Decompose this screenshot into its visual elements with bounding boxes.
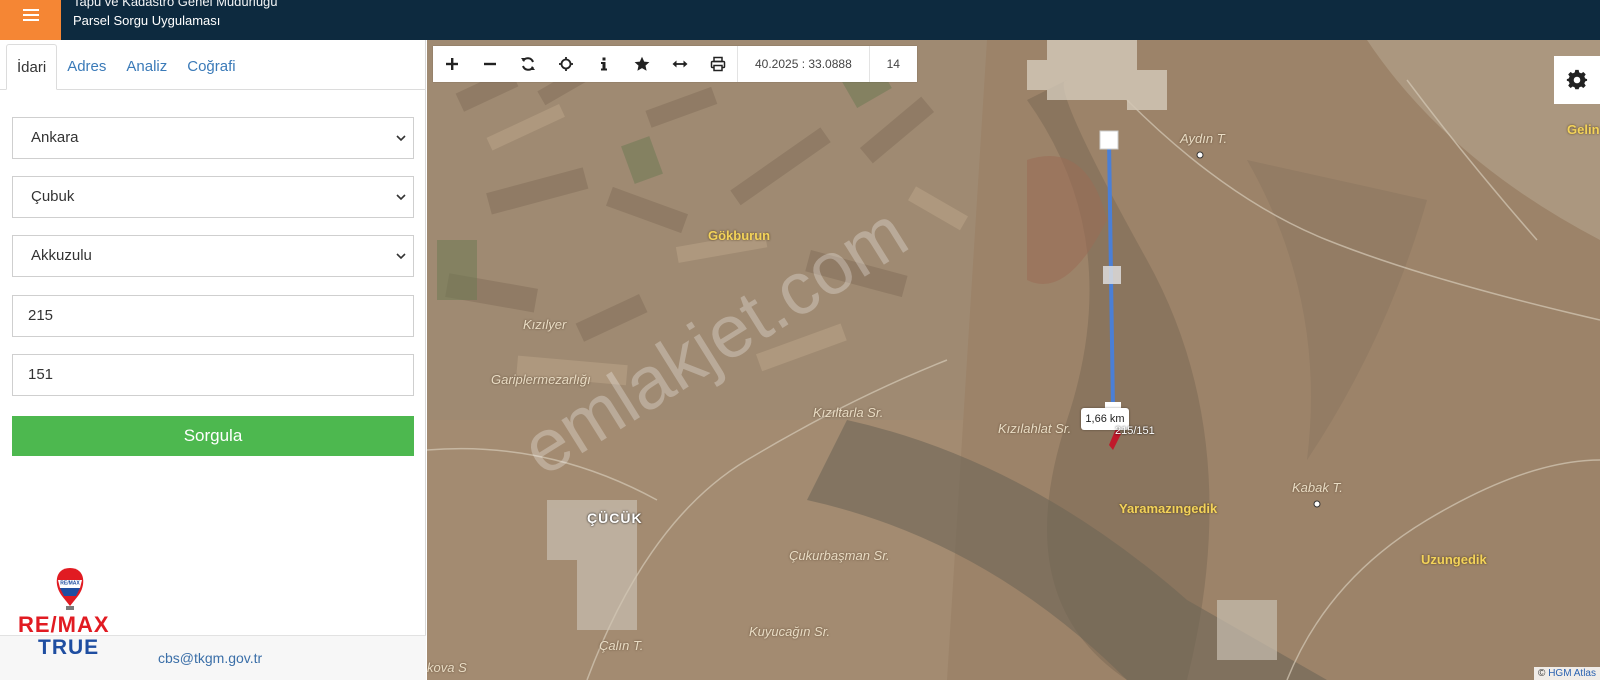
place-label: Kabak T. [1292, 480, 1343, 495]
chevron-down-icon [396, 135, 406, 142]
block-value: 215 [28, 307, 54, 324]
info-button[interactable] [585, 46, 623, 82]
measure-icon [672, 60, 688, 68]
zoom-in-button[interactable] [433, 46, 471, 82]
map-attribution: © HGM Atlas [1534, 667, 1600, 680]
app-title-block: Tapu ve Kadastro Genel Müdürlüğü Parsel … [73, 0, 278, 30]
place-label: Kuyucağın Sr. [749, 624, 831, 639]
info-icon [601, 57, 607, 71]
place-label: Kızıltarla Sr. [813, 405, 884, 420]
star-icon [634, 56, 650, 71]
neighborhood-value: Akkuzulu [31, 247, 92, 264]
zoom-level-readout: 14 [868, 46, 917, 82]
place-label: Kızılyer [523, 317, 567, 332]
attribution-link[interactable]: HGM Atlas [1548, 668, 1596, 679]
parcel-input[interactable]: 151 [12, 354, 414, 396]
place-label: Gariplermezarlığı [491, 372, 591, 387]
place-label: Kızılahlat Sr. [998, 421, 1072, 436]
place-label: Aydın T. [1180, 131, 1228, 146]
sidebar: İdari Adres Analiz Coğrafi Ankara Çubuk … [0, 40, 426, 680]
zoom-out-icon [484, 62, 496, 66]
print-button[interactable] [699, 46, 737, 82]
refresh-button[interactable] [509, 46, 547, 82]
place-label: Çukurbaşman Sr. [789, 548, 890, 563]
chevron-down-icon [396, 253, 406, 260]
remax-logo: RE/MAX RE/MAX TRUE [14, 564, 126, 664]
tab-idari[interactable]: İdari [6, 44, 58, 90]
locate-icon [559, 57, 573, 71]
app-title: Tapu ve Kadastro Genel Müdürlüğü [73, 0, 278, 9]
tab-adres[interactable]: Adres [57, 44, 116, 90]
zoom-in-icon [446, 58, 458, 70]
app-subtitle: Parsel Sorgu Uygulaması [73, 13, 221, 28]
place-label: Çalın T. [599, 638, 644, 653]
favorite-button[interactable] [623, 46, 661, 82]
place-label: Uzungedik [1421, 552, 1487, 567]
contact-email-link[interactable]: cbs@tkgm.gov.tr [158, 650, 262, 666]
chevron-down-icon [396, 194, 406, 201]
hamburger-icon [22, 9, 39, 21]
menu-button[interactable] [0, 0, 61, 40]
parcel-label: 215/151 [1115, 425, 1155, 437]
district-value: Çubuk [31, 188, 75, 205]
province-select[interactable]: Ankara [12, 117, 414, 159]
place-label: Yaramazıngedik [1119, 501, 1218, 516]
measure-button[interactable] [661, 46, 699, 82]
gear-icon [1566, 69, 1588, 90]
place-label: Gökburun [708, 228, 771, 243]
coordinate-readout: 40.2025 : 33.0888 [737, 46, 869, 82]
parcel-value: 151 [28, 366, 54, 383]
tab-cografi[interactable]: Coğrafi [177, 44, 245, 90]
province-value: Ankara [31, 129, 79, 146]
place-label: Gelin [1567, 122, 1600, 137]
svg-text:RE/MAX: RE/MAX [60, 581, 80, 587]
logo-brand-top: RE/MAX [18, 612, 110, 637]
sidebar-tabs: İdari Adres Analiz Coğrafi [0, 40, 426, 90]
neighborhood-select[interactable]: Akkuzulu [12, 235, 414, 277]
settings-button[interactable] [1554, 56, 1600, 104]
app-header: Tapu ve Kadastro Genel Müdürlüğü Parsel … [0, 0, 1600, 40]
attribution-prefix: © [1538, 668, 1549, 679]
place-label: kova S [427, 660, 467, 675]
map-toolbar: 40.2025 : 33.0888 14 [433, 46, 917, 82]
locate-button[interactable] [547, 46, 585, 82]
block-input[interactable]: 215 [12, 295, 414, 337]
query-button[interactable]: Sorgula [12, 416, 414, 456]
print-icon [710, 56, 726, 72]
place-label: ÇÜCÜK [587, 510, 643, 526]
map-view[interactable]: emlakjet.com Aydın T. Gelin Gökburun Kız… [427, 40, 1600, 680]
district-select[interactable]: Çubuk [12, 176, 414, 218]
logo-brand-bottom: TRUE [38, 636, 100, 659]
refresh-icon [521, 57, 535, 71]
zoom-out-button[interactable] [471, 46, 509, 82]
tab-analiz[interactable]: Analiz [116, 44, 177, 90]
